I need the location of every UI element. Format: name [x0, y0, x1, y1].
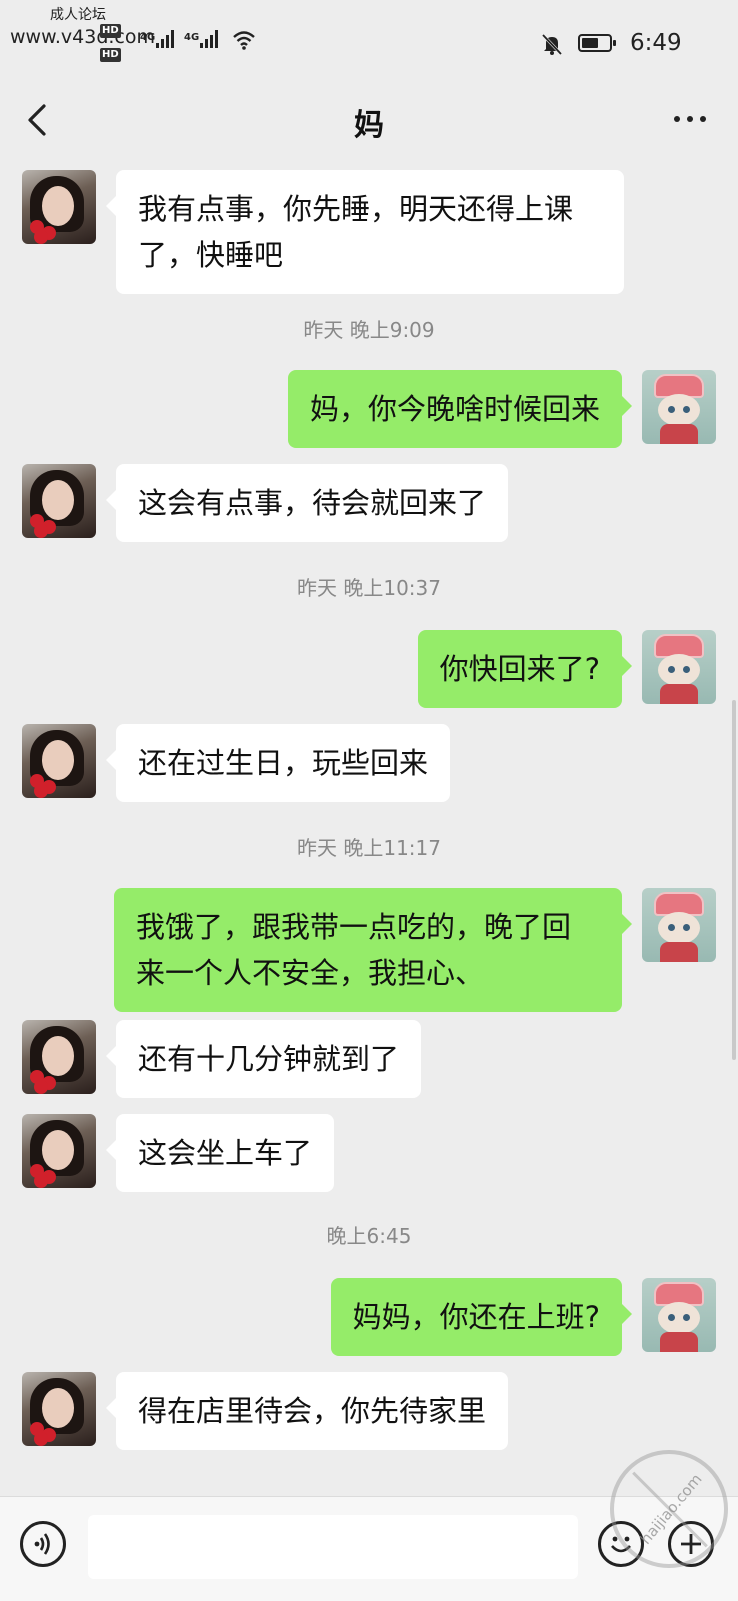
message-text: 还在过生日，玩些回来 — [138, 746, 429, 780]
voice-icon[interactable] — [20, 1521, 66, 1567]
avatar-contact[interactable] — [22, 1114, 96, 1188]
message-text: 了，快睡吧 — [138, 238, 284, 272]
timestamp: 晚上6:45 — [326, 1224, 412, 1248]
message-bubble[interactable]: 妈妈，你还在上班? — [330, 1278, 633, 1356]
timestamp: 昨天 晚上11:17 — [297, 836, 441, 860]
chat-title: 妈 — [354, 108, 384, 143]
message-bubble[interactable]: 这会坐上车了 — [105, 1114, 335, 1192]
avatar-self[interactable] — [642, 1278, 716, 1352]
bell-muted-icon — [541, 33, 563, 56]
message-list: 我有点事，你先睡，明天还得上课 了，快睡吧 昨天 晚上9:09 妈，你今晚啥时候… — [0, 156, 738, 1496]
chat-header: 妈 — [0, 90, 738, 156]
avatar-self[interactable] — [642, 630, 716, 704]
watermark-stamp: haijiao.com — [610, 1450, 728, 1568]
message-text: 我饿了，跟我带一点吃的，晚了回 — [136, 910, 572, 944]
avatar-contact[interactable] — [22, 1372, 96, 1446]
message-text: 你快回来了? — [439, 652, 600, 686]
watermark-text: 成人论坛 — [50, 7, 106, 23]
message-bubble[interactable]: 你快回来了? — [417, 630, 633, 708]
message-text: 这会有点事，待会就回来了 — [138, 486, 487, 520]
signal-icon — [200, 30, 220, 48]
avatar-self[interactable] — [642, 370, 716, 444]
hd-badge: HD — [100, 24, 121, 38]
avatar-contact[interactable] — [22, 464, 96, 538]
message-bubble[interactable]: 我饿了，跟我带一点吃的，晚了回 来一个人不安全，我担心、 — [114, 888, 632, 1012]
message-bubble[interactable]: 得在店里待会，你先待家里 — [105, 1372, 509, 1450]
network-label: 4G — [140, 32, 156, 43]
wifi-icon — [233, 31, 255, 50]
signal-icon — [156, 30, 176, 48]
avatar-contact[interactable] — [22, 1020, 96, 1094]
watermark-url: www.v43d.com — [10, 26, 156, 48]
message-bubble[interactable]: 还在过生日，玩些回来 — [105, 724, 451, 802]
clock: 6:49 — [630, 30, 682, 56]
timestamp: 昨天 晚上9:09 — [303, 318, 435, 342]
message-text: 来一个人不安全，我担心、 — [136, 956, 485, 990]
more-dots-icon[interactable] — [670, 104, 710, 134]
message-bubble[interactable]: 还有十几分钟就到了 — [105, 1020, 422, 1098]
message-bubble[interactable]: 这会有点事，待会就回来了 — [105, 464, 509, 542]
avatar-contact[interactable] — [22, 724, 96, 798]
message-input[interactable] — [88, 1515, 578, 1579]
avatar-contact[interactable] — [22, 170, 96, 244]
message-bubble[interactable]: 我有点事，你先睡，明天还得上课 了，快睡吧 — [106, 170, 624, 294]
message-text: 得在店里待会，你先待家里 — [138, 1394, 487, 1428]
avatar-self[interactable] — [642, 888, 716, 962]
message-text: 妈妈，你还在上班? — [352, 1300, 600, 1334]
network-label: 4G — [184, 32, 200, 43]
message-text: 妈，你今晚啥时候回来 — [309, 392, 600, 426]
message-bubble[interactable]: 妈，你今晚啥时候回来 — [287, 370, 633, 448]
message-text: 我有点事，你先睡，明天还得上课 — [138, 192, 574, 226]
message-text: 这会坐上车了 — [138, 1136, 313, 1170]
battery-icon — [578, 34, 616, 52]
scrollbar[interactable] — [732, 700, 736, 1060]
status-bar: 成人论坛 www.v43d.com HD HD 4G 4G 6:49 — [0, 0, 738, 90]
hd-badge: HD — [100, 48, 121, 62]
status-right: 6:49 — [540, 30, 690, 60]
message-text: 还有十几分钟就到了 — [138, 1042, 400, 1076]
timestamp: 昨天 晚上10:37 — [297, 576, 441, 600]
